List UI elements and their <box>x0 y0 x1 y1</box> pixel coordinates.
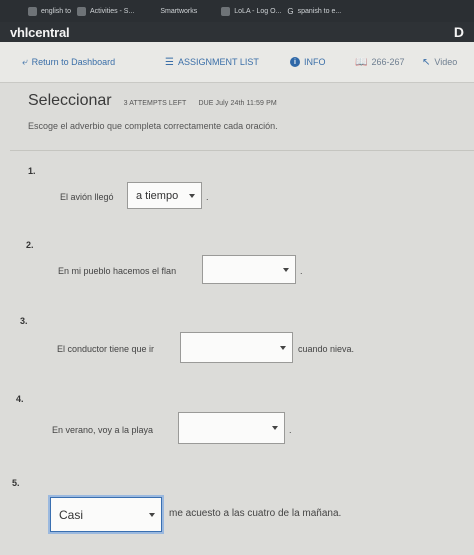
browser-tab[interactable]: Smartworks <box>160 8 197 15</box>
video-arrow-icon: ↖ <box>422 56 431 68</box>
answer-dropdown-3[interactable] <box>180 332 293 363</box>
answer-dropdown-2[interactable] <box>202 255 296 284</box>
page-icon <box>221 6 231 16</box>
attempts-left: 3 ATTEMPTS LEFT <box>123 100 187 107</box>
caret-down-icon <box>283 267 289 272</box>
dropdown-value: Casi <box>59 507 84 522</box>
book-icon: 📖 <box>355 56 368 68</box>
question-text: me acuesto a las cuatro de la mañana. <box>169 508 342 519</box>
page-icon <box>76 6 86 16</box>
video-label: Video <box>434 57 458 67</box>
assignment-list-button[interactable]: ☰ ASSIGNMENT LIST <box>165 57 259 68</box>
browser-tab[interactable]: LoLA - Log O... <box>221 6 282 16</box>
due-date: DUE July 24th 11:59 PM <box>198 100 277 107</box>
info-button[interactable]: i INFO <box>290 57 326 67</box>
tab-label: spanish to e... <box>297 7 342 15</box>
page-range-link[interactable]: 📖 266-267 <box>355 57 404 68</box>
question-number: 4. <box>16 394 24 404</box>
assignment-list-label: ASSIGNMENT LIST <box>177 57 259 67</box>
browser-tab[interactable]: Activities - S... <box>76 6 135 16</box>
caret-down-icon <box>189 193 195 198</box>
return-label: Return to Dashboard <box>31 57 116 67</box>
list-icon: ☰ <box>165 56 174 68</box>
browser-tab-bar: english to Activities - S... Smartworks … <box>0 0 474 22</box>
brand-logo[interactable]: vhlcentral <box>10 25 70 40</box>
question-suffix: . <box>206 192 209 202</box>
activity-nav-bar: ⤶ Return to Dashboard ☰ ASSIGNMENT LIST … <box>0 42 474 83</box>
browser-tab[interactable]: english to <box>28 6 71 16</box>
question-text: El conductor tiene que ir <box>57 344 155 354</box>
brand-mark-icon[interactable]: D <box>454 24 464 40</box>
google-icon: G <box>287 6 294 16</box>
info-label: INFO <box>304 57 326 67</box>
question-number: 2. <box>26 240 34 250</box>
tab-label: LoLA - Log O... <box>234 7 282 15</box>
caret-down-icon <box>149 512 155 517</box>
page-icon <box>28 6 37 16</box>
activity-heading: Seleccionar 3 ATTEMPTS LEFT DUE July 24t… <box>28 92 277 110</box>
question-number: 5. <box>12 478 20 488</box>
divider <box>10 150 474 151</box>
info-icon: i <box>290 57 300 67</box>
answer-dropdown-1[interactable]: a tiempo <box>127 182 202 209</box>
instructions: Escoge el adverbio que completa correcta… <box>28 121 278 131</box>
question-text: En verano, voy a la playa <box>52 425 154 435</box>
back-arrow-icon: ⤶ <box>22 56 28 68</box>
video-link[interactable]: ↖ Video <box>422 57 457 68</box>
question-suffix: cuando nieva. <box>298 344 355 354</box>
page-title: Seleccionar <box>28 92 112 109</box>
caret-down-icon <box>272 426 278 430</box>
question-text: En mi pueblo hacemos el flan <box>58 266 177 276</box>
tab-label: Activities - S... <box>89 7 135 15</box>
return-to-dashboard-link[interactable]: ⤶ Return to Dashboard <box>22 57 115 68</box>
tab-label: Smartworks <box>160 7 198 15</box>
page-range-label: 266-267 <box>371 57 405 67</box>
question-suffix: . <box>300 266 303 276</box>
question-text: El avión llegó <box>60 192 114 202</box>
tab-label: english to <box>41 7 71 15</box>
caret-down-icon <box>280 345 286 350</box>
question-number: 1. <box>28 166 36 176</box>
dropdown-value: a tiempo <box>136 189 179 202</box>
browser-tab[interactable]: Gspanish to e... <box>287 7 341 16</box>
question-number: 3. <box>20 316 28 326</box>
app-header: vhlcentral D <box>0 22 474 42</box>
answer-dropdown-5[interactable]: Casi <box>50 497 162 532</box>
answer-dropdown-4[interactable] <box>178 412 285 444</box>
question-suffix: . <box>289 425 292 435</box>
